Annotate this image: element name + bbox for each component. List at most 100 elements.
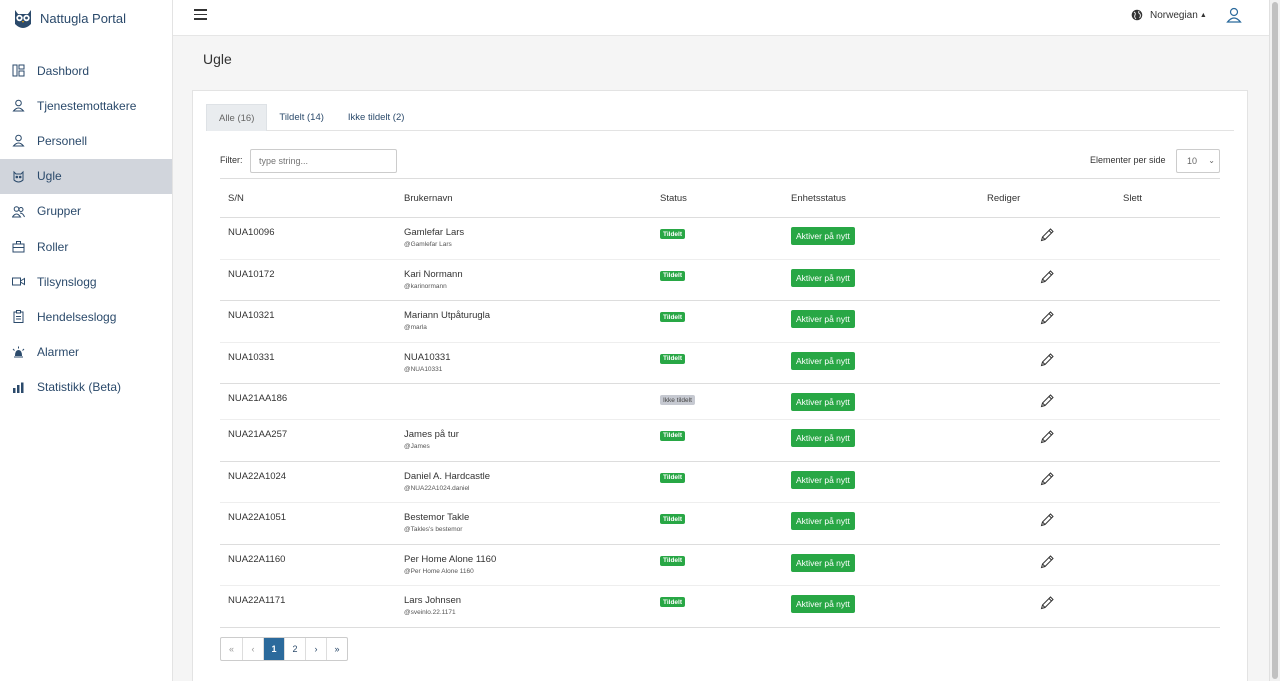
column-header-status[interactable]: Status <box>652 178 783 218</box>
user-handle: @James <box>404 442 430 450</box>
cell-delete <box>1115 585 1220 628</box>
pagination-next[interactable]: › <box>305 638 326 660</box>
user-profile-icon[interactable] <box>1226 7 1242 23</box>
sidebar-item-grupper[interactable]: Grupper <box>0 194 172 229</box>
menu-toggle-icon[interactable] <box>194 9 207 21</box>
owl-icon <box>12 170 25 183</box>
tab-tildelt[interactable]: Tildelt (14) <box>267 104 336 131</box>
cell-device-status: Aktiver på nytt <box>783 544 979 587</box>
reactivate-button[interactable]: Aktiver på nytt <box>791 595 855 614</box>
scrollbar-thumb[interactable] <box>1272 2 1278 679</box>
cell-edit <box>979 585 1115 628</box>
sidebar-item-tjenestemottakere[interactable]: Tjenestemottakere <box>0 88 172 123</box>
cell-sn: NUA10172 <box>220 259 396 302</box>
pagination-page-2[interactable]: 2 <box>284 638 305 660</box>
cell-status: Tildelt <box>652 544 783 587</box>
user-handle: @Gamlefar Lars <box>404 241 452 248</box>
pencil-icon[interactable] <box>1039 512 1055 528</box>
filter-label: Filter: <box>220 155 243 165</box>
pencil-icon[interactable] <box>1039 554 1055 570</box>
pagination-first[interactable]: « <box>221 638 242 660</box>
sidebar-item-personell[interactable]: Personell <box>0 123 172 158</box>
reactivate-button[interactable]: Aktiver på nytt <box>791 310 855 329</box>
sidebar-item-label: Grupper <box>37 204 82 219</box>
pencil-icon[interactable] <box>1039 269 1055 285</box>
cell-status: Tildelt <box>652 585 783 628</box>
alarm-icon <box>12 346 25 359</box>
tab-ikke-tildelt[interactable]: Ikke tildelt (2) <box>336 104 417 131</box>
cell-username <box>396 383 652 420</box>
sidebar-item-label: Ugle <box>37 169 62 184</box>
pencil-icon[interactable] <box>1039 595 1055 611</box>
user-handle: @Per Home Alone 1160 <box>404 567 474 575</box>
user-name: NUA10331 <box>404 351 451 363</box>
sidebar-item-dashbord[interactable]: Dashbord <box>0 53 172 88</box>
cell-status: Tildelt <box>652 461 783 504</box>
owl-logo-icon <box>12 6 34 30</box>
page-title: Ugle <box>203 51 232 67</box>
reactivate-button[interactable]: Aktiver på nytt <box>791 553 855 572</box>
cell-sn: NUA10096 <box>220 217 396 260</box>
reactivate-button[interactable]: Aktiver på nytt <box>791 268 855 287</box>
user-handle: @marla <box>404 324 427 332</box>
sidebar-item-hendelseslogg[interactable]: Hendelseslogg <box>0 299 172 334</box>
reactivate-button[interactable]: Aktiver på nytt <box>791 470 855 489</box>
user-name: Kari Normann <box>404 268 463 280</box>
user-handle: @NUA22A1024.daniel <box>404 484 470 492</box>
user-name: Daniel A. Hardcastle <box>404 470 491 482</box>
cell-edit <box>979 544 1115 587</box>
user-name: Per Home Alone 1160 <box>404 553 497 565</box>
sidebar-item-label: Dashbord <box>37 63 90 78</box>
cell-status: Ikke tildelt <box>652 383 783 420</box>
status-badge: Tildelt <box>660 555 686 566</box>
pagination-last[interactable]: » <box>326 638 347 660</box>
language-selector[interactable]: Norwegian ▲ <box>1131 9 1207 21</box>
cell-delete <box>1115 300 1220 343</box>
reactivate-button[interactable]: Aktiver på nytt <box>791 428 855 447</box>
reactivate-button[interactable]: Aktiver på nytt <box>791 351 855 370</box>
reactivate-button[interactable]: Aktiver på nytt <box>791 227 855 245</box>
tab-alle[interactable]: Alle (16) <box>206 104 268 131</box>
cell-delete <box>1115 342 1220 385</box>
table-header-row: S/N Brukernavn Status Enhetsstatus Redig… <box>220 178 1220 218</box>
per-page-label: Elementer per side <box>1090 155 1166 165</box>
column-header-sn[interactable]: S/N <box>220 178 396 218</box>
column-header-username[interactable]: Brukernavn <box>396 178 652 218</box>
pagination: « ‹ 1 2 › » <box>220 637 348 661</box>
pencil-icon[interactable] <box>1039 393 1055 409</box>
pagination-page-1[interactable]: 1 <box>263 638 284 660</box>
user-handle: @karinormann <box>404 282 447 290</box>
sidebar-item-tilsynslogg[interactable]: Tilsynslogg <box>0 264 172 299</box>
table-row: NUA10321 Mariann Utpåturugla @marla Tilde… <box>220 300 1220 343</box>
vertical-scrollbar[interactable] <box>1269 0 1280 681</box>
pencil-icon[interactable] <box>1039 227 1055 243</box>
table-row: NUA22A1160 Per Home Alone 1160 @Per Home … <box>220 544 1220 587</box>
per-page-select[interactable]: 10 ⌄ <box>1176 149 1220 173</box>
cell-sn: NUA22A1160 <box>220 544 396 587</box>
cell-delete <box>1115 544 1220 587</box>
reactivate-button[interactable]: Aktiver på nytt <box>791 393 855 412</box>
brand[interactable]: Nattugla Portal <box>0 0 172 36</box>
table-row: NUA21AA186 Ikke tildelt Aktiver på nytt <box>220 383 1220 420</box>
table-row: NUA22A1051 Bestemor Takle @Takles's beste… <box>220 502 1220 545</box>
cell-username: Kari Normann @karinormann <box>396 259 652 302</box>
sidebar-item-ugle[interactable]: Ugle <box>0 158 172 194</box>
pencil-icon[interactable] <box>1039 310 1055 326</box>
pencil-icon[interactable] <box>1039 429 1055 445</box>
sidebar-item-alarmer[interactable]: Alarmer <box>0 335 172 370</box>
reactivate-button[interactable]: Aktiver på nytt <box>791 512 855 531</box>
column-header-edit: Rediger <box>979 178 1115 218</box>
pagination-prev[interactable]: ‹ <box>242 638 263 660</box>
sidebar-item-statistikk[interactable]: Statistikk (Beta) <box>0 370 172 405</box>
cell-edit <box>979 300 1115 343</box>
pencil-icon[interactable] <box>1039 471 1055 487</box>
user-handle: @Takles's bestemor <box>404 526 463 534</box>
column-header-device-status[interactable]: Enhetsstatus <box>783 178 979 218</box>
sidebar-item-roller[interactable]: Roller <box>0 229 172 264</box>
pencil-icon[interactable] <box>1039 352 1055 368</box>
person-icon <box>12 134 25 147</box>
status-badge: Ikke tildelt <box>660 395 695 406</box>
filter-input[interactable] <box>250 149 397 173</box>
cell-sn: NUA10321 <box>220 300 396 343</box>
cell-device-status: Aktiver på nytt <box>783 300 979 343</box>
